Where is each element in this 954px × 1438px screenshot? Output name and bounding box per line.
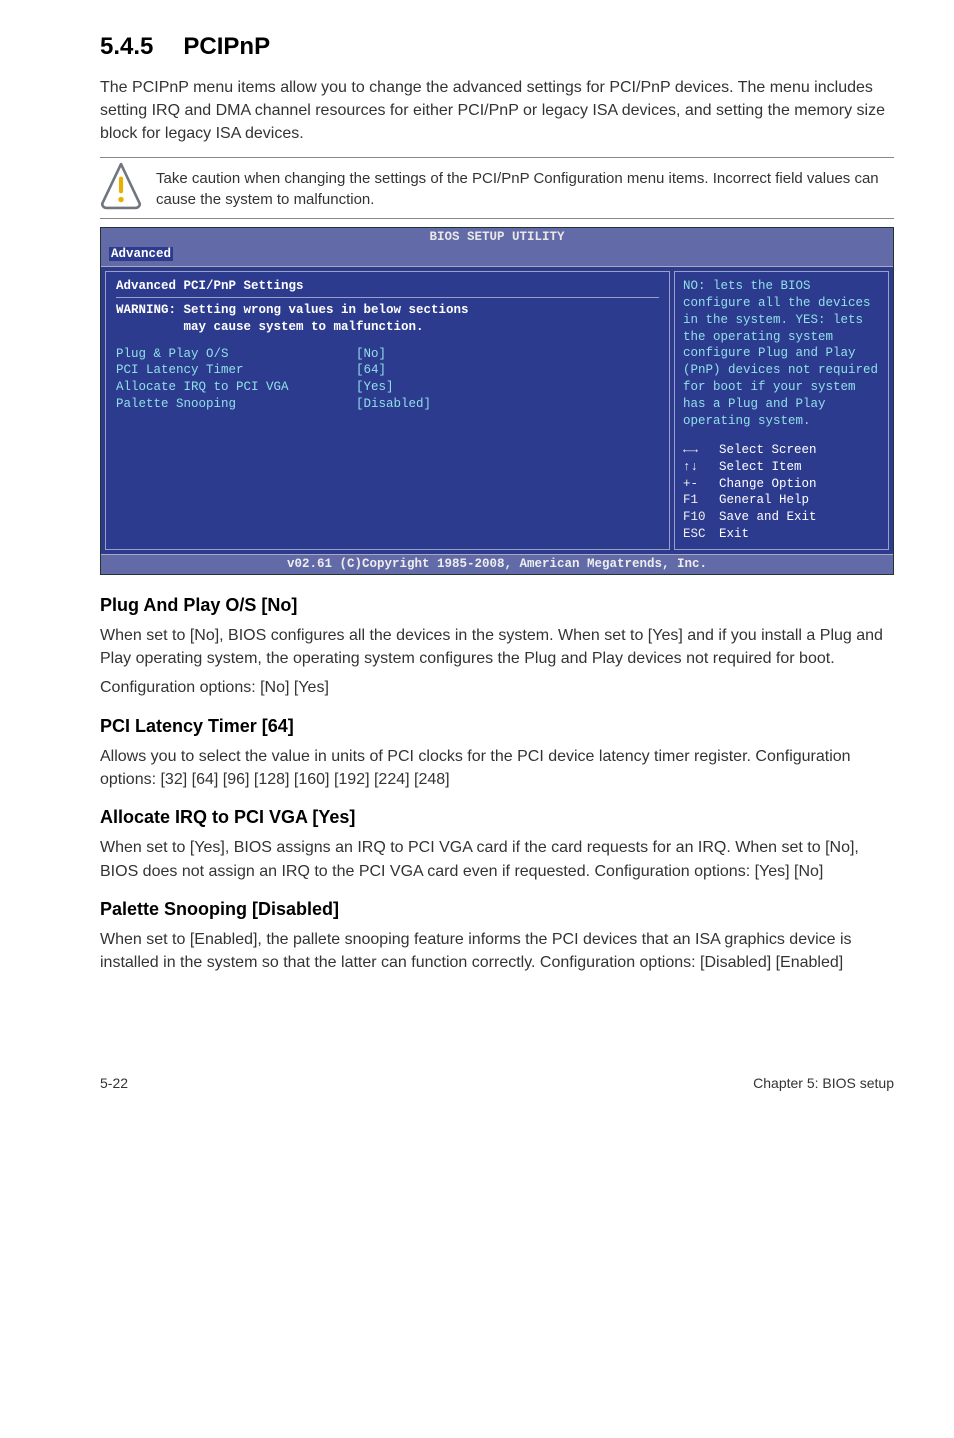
bios-right-panel: NO: lets the BIOS configure all the devi… (674, 271, 889, 550)
bios-help-text: NO: lets the BIOS configure all the devi… (683, 278, 880, 430)
bios-option-label: Plug & Play O/S (116, 346, 356, 363)
bios-warning-line1: WARNING: Setting wrong values in below s… (116, 302, 659, 319)
bios-key: F1 (683, 492, 719, 509)
bios-key-desc: Change Option (719, 477, 817, 491)
bios-option-row: Allocate IRQ to PCI VGA [Yes] (116, 379, 659, 396)
bios-footer: v02.61 (C)Copyright 1985-2008, American … (101, 554, 893, 574)
bios-option-label: Allocate IRQ to PCI VGA (116, 379, 356, 396)
bios-tab-advanced: Advanced (109, 247, 173, 261)
bios-key-desc: Save and Exit (719, 510, 817, 524)
section-title: PCIPnP (183, 33, 270, 60)
bios-left-panel: Advanced PCI/PnP Settings WARNING: Setti… (105, 271, 670, 550)
bios-key: F10 (683, 509, 719, 526)
subsection-heading: Palette Snooping [Disabled] (100, 897, 894, 922)
bios-panel-title: Advanced PCI/PnP Settings (116, 278, 659, 295)
section-number: 5.4.5 (100, 30, 153, 64)
page-footer: 5-22 Chapter 5: BIOS setup (100, 1074, 894, 1094)
body-paragraph: When set to [Enabled], the pallete snoop… (100, 928, 894, 974)
subsection-heading: PCI Latency Timer [64] (100, 714, 894, 739)
bios-option-value: [No] (356, 346, 386, 363)
bios-key-desc: Select Item (719, 460, 802, 474)
bios-title: BIOS SETUP UTILITY (101, 229, 893, 246)
subsection-heading: Plug And Play O/S [No] (100, 593, 894, 618)
bios-key: ←→ (683, 442, 719, 459)
bios-option-value: [64] (356, 362, 386, 379)
bios-header: BIOS SETUP UTILITY Advanced (101, 228, 893, 267)
caution-note: Take caution when changing the settings … (100, 157, 894, 219)
body-paragraph: Configuration options: [No] [Yes] (100, 676, 894, 699)
body-paragraph: When set to [No], BIOS configures all th… (100, 624, 894, 670)
caution-text: Take caution when changing the settings … (156, 162, 894, 210)
bios-option-value: [Yes] (356, 379, 394, 396)
intro-paragraph: The PCIPnP menu items allow you to chang… (100, 76, 894, 146)
bios-option-row: Palette Snooping [Disabled] (116, 396, 659, 413)
bios-divider (116, 297, 659, 298)
body-paragraph: Allows you to select the value in units … (100, 745, 894, 791)
bios-key-desc: Exit (719, 527, 749, 541)
section-heading: 5.4.5 PCIPnP (100, 30, 894, 64)
bios-warning-line2: may cause system to malfunction. (116, 319, 659, 336)
bios-key-hints: ←→Select Screen ↑↓Select Item +-Change O… (683, 442, 880, 543)
body-paragraph: When set to [Yes], BIOS assigns an IRQ t… (100, 836, 894, 882)
bios-key: +- (683, 476, 719, 493)
bios-key: ESC (683, 526, 719, 543)
bios-option-label: PCI Latency Timer (116, 362, 356, 379)
bios-key: ↑↓ (683, 459, 719, 476)
bios-option-value: [Disabled] (356, 396, 431, 413)
chapter-label: Chapter 5: BIOS setup (753, 1074, 894, 1094)
bios-screenshot: BIOS SETUP UTILITY Advanced Advanced PCI… (100, 227, 894, 575)
bios-option-label: Palette Snooping (116, 396, 356, 413)
bios-option-row: PCI Latency Timer [64] (116, 362, 659, 379)
page-number: 5-22 (100, 1074, 128, 1094)
bios-option-row: Plug & Play O/S [No] (116, 346, 659, 363)
subsection-heading: Allocate IRQ to PCI VGA [Yes] (100, 805, 894, 830)
caution-icon (100, 162, 142, 210)
bios-key-desc: General Help (719, 493, 809, 507)
bios-key-desc: Select Screen (719, 443, 817, 457)
